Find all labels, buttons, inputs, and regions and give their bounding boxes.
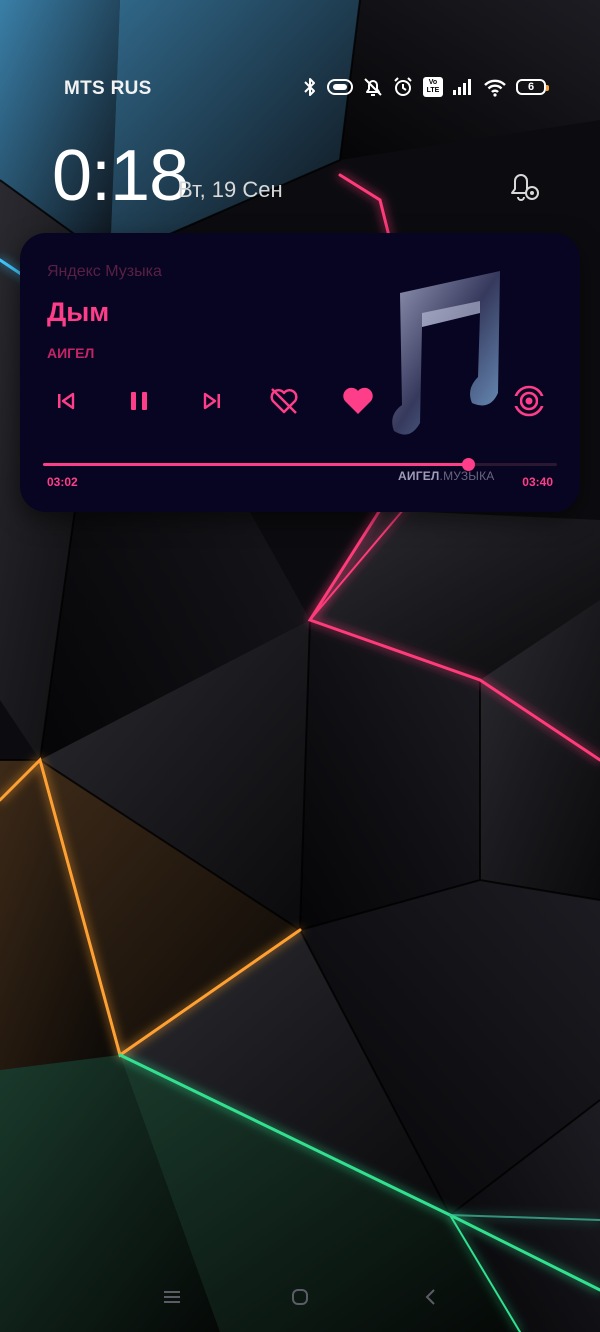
signal-icon (452, 78, 474, 96)
playback-controls (20, 379, 580, 423)
cast-button[interactable] (507, 379, 551, 423)
pause-icon (131, 392, 147, 410)
menu-icon (164, 1291, 180, 1303)
like-icon (343, 387, 373, 414)
bluetooth-icon (303, 77, 317, 97)
music-app-name: Яндекс Музыка (47, 263, 162, 280)
notification-settings-icon[interactable] (504, 166, 544, 206)
progress-bar[interactable] (43, 458, 557, 471)
volte-top-label: Vo (428, 79, 438, 86)
wifi-icon (483, 77, 507, 97)
status-bar: MTS RUS Vo LTE 6 (0, 74, 600, 104)
like-button[interactable] (336, 379, 380, 423)
battery-icon: 6 (516, 79, 549, 95)
time-elapsed: 03:02 (47, 475, 78, 489)
battery-level: 6 (527, 81, 535, 93)
dislike-icon (270, 388, 298, 414)
alarm-icon (392, 76, 414, 98)
recent-apps-button[interactable] (157, 1282, 187, 1312)
navigation-bar (0, 1282, 600, 1312)
album-caption-suffix: .МУЗЫКА (439, 469, 495, 483)
pause-button[interactable] (117, 379, 161, 423)
dislike-button[interactable] (262, 379, 306, 423)
progress-fill (43, 463, 469, 466)
status-icons: Vo LTE 6 (303, 76, 549, 98)
album-caption-artist: АИГЕЛ (398, 469, 440, 483)
music-widget[interactable]: Яндекс Музыка Дым АИГЕЛ 03:02 АИГЕЛ.МУЗЫ… (20, 233, 580, 512)
previous-icon (58, 392, 75, 410)
lockscreen-date: Вт, 19 Сен (178, 177, 283, 202)
cast-icon (512, 385, 546, 417)
next-icon (203, 392, 220, 410)
mute-bell-icon (363, 77, 383, 97)
back-icon (425, 1289, 435, 1305)
carrier-name: MTS RUS (64, 78, 152, 99)
back-button[interactable] (416, 1282, 446, 1312)
track-artist: АИГЕЛ (47, 345, 95, 361)
time-total: 03:40 (522, 475, 553, 489)
volte-bottom-label: LTE (426, 87, 440, 94)
next-button[interactable] (190, 379, 234, 423)
album-art-caption: АИГЕЛ.МУЗЫКА (398, 469, 495, 483)
lockscreen-clock: 0:18 (52, 136, 189, 216)
volte-icon: Vo LTE (423, 77, 443, 97)
track-title: Дым (47, 297, 110, 327)
home-icon (292, 1289, 308, 1305)
previous-button[interactable] (44, 379, 88, 423)
headset-icon (326, 78, 354, 96)
home-button[interactable] (285, 1282, 315, 1312)
